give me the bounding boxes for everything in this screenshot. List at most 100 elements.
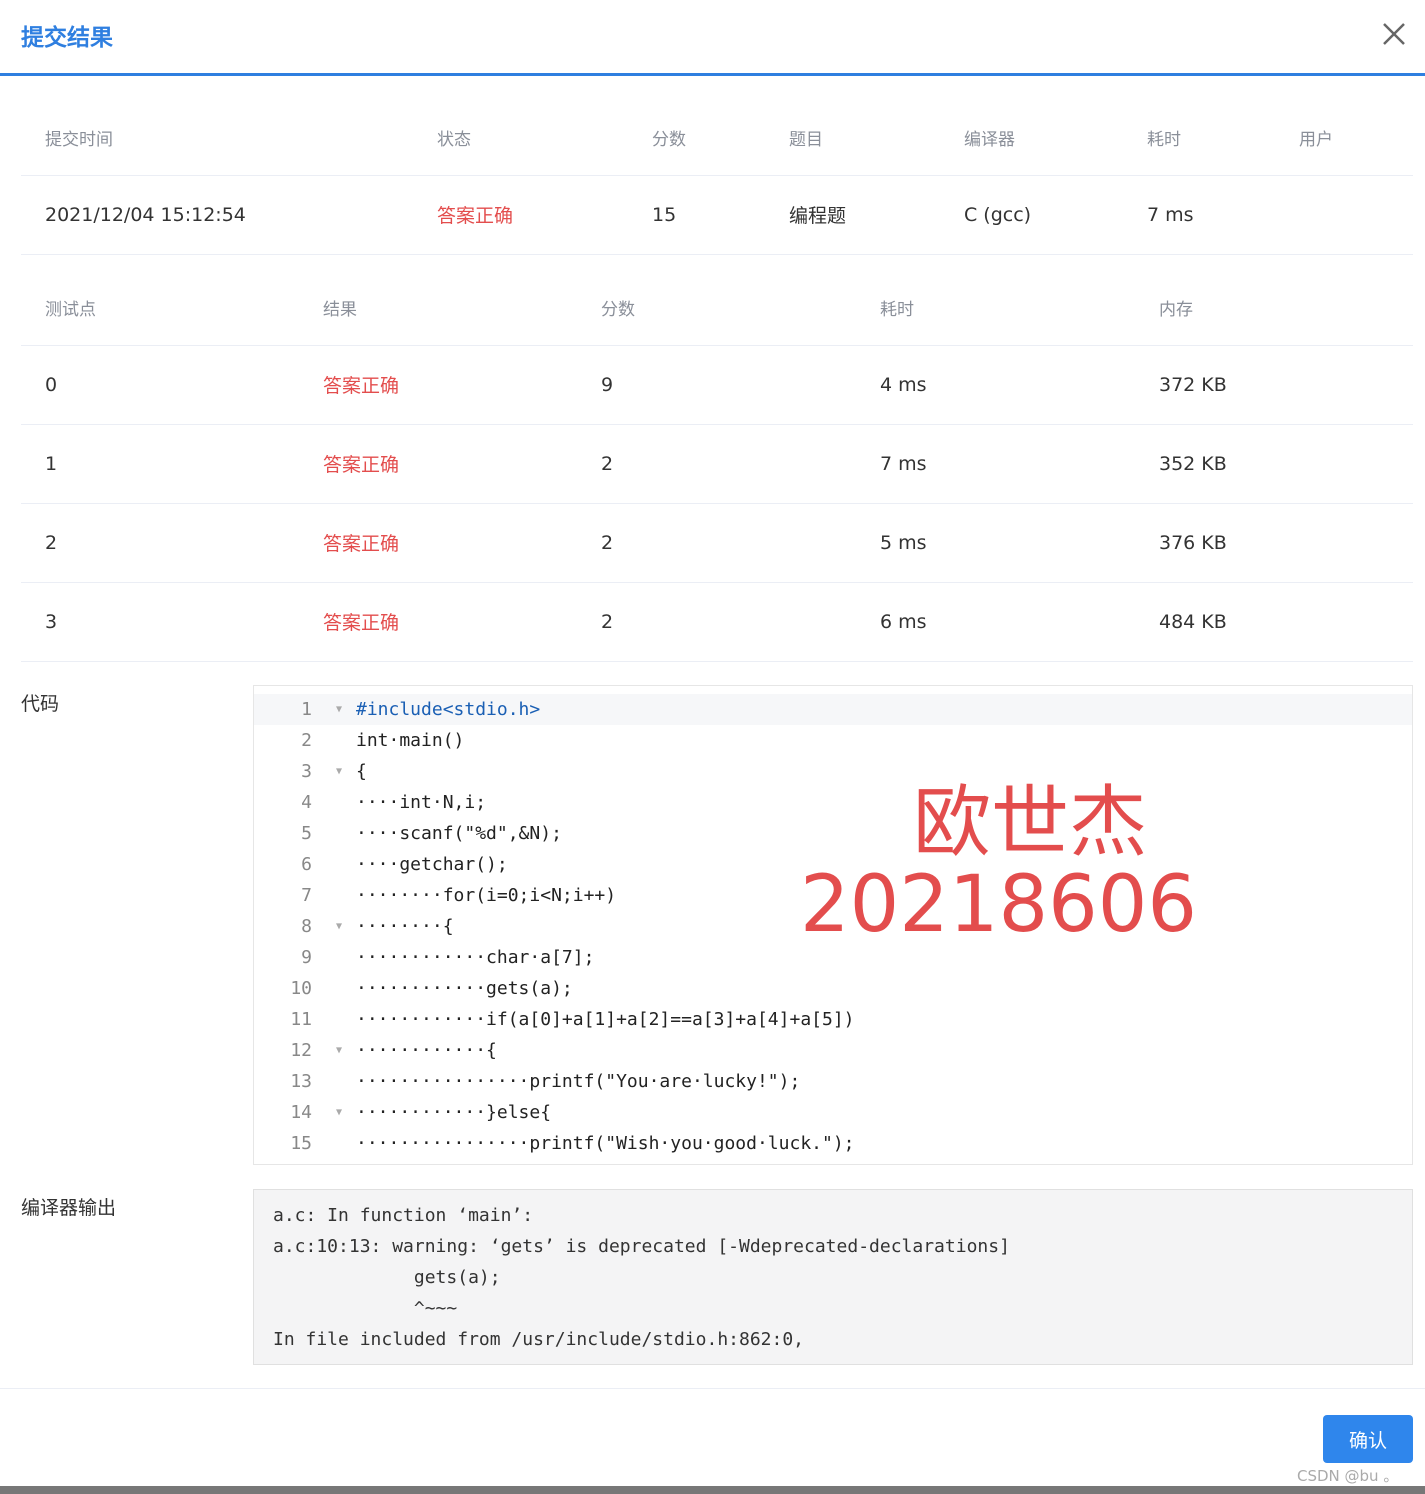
testcase-score: 2 xyxy=(577,503,856,583)
col-time: 耗时 xyxy=(856,270,1135,346)
col-compiler: 编译器 xyxy=(940,100,1123,176)
code-text: ········for(i=0;i<N;i++) xyxy=(356,885,617,906)
code-text: { xyxy=(356,761,367,782)
code-line: 15 ················printf("Wish·you·good·… xyxy=(254,1128,1412,1159)
dialog-header: 提交结果 xyxy=(0,0,1425,76)
output-line: a.c: In function ‘main’: xyxy=(273,1205,534,1226)
code-line: 11 ············if(a[0]+a[1]+a[2]==a[3]+a[… xyxy=(254,1004,1412,1035)
code-line: 9 ············char·a[7]; xyxy=(254,942,1412,973)
csdn-watermark: CSDN @bu 。 xyxy=(1297,1467,1399,1485)
testcase-memory: 352 KB xyxy=(1135,424,1413,504)
output-line: ^~~~ xyxy=(273,1298,458,1319)
code-line: 1 ▼ #include<stdio.h> xyxy=(254,694,1412,725)
code-line: 4 ····int·N,i; xyxy=(254,787,1412,818)
line-number: 11 xyxy=(290,1009,312,1030)
code-line: 13 ················printf("You·are·lucky!… xyxy=(254,1066,1412,1097)
testcase-score: 2 xyxy=(577,424,856,504)
line-number: 15 xyxy=(290,1133,312,1154)
output-line: gets(a); xyxy=(273,1267,501,1288)
testcase-result: 答案正确 xyxy=(299,345,577,425)
code-line: 14 ▼ ············}else{ xyxy=(254,1097,1412,1128)
table-row: 2 答案正确 2 5 ms 376 KB xyxy=(21,503,1413,583)
summary-header-row: 提交时间 状态 分数 题目 编译器 耗时 用户 xyxy=(21,100,1413,176)
code-text: #include<stdio.h> xyxy=(356,699,541,720)
table-row: 3 答案正确 2 6 ms 484 KB xyxy=(21,582,1413,662)
problem-link[interactable]: 编程题 xyxy=(765,175,940,255)
testcase-time: 7 ms xyxy=(856,424,1135,504)
code-text: ····scanf("%d",&N); xyxy=(356,823,562,844)
code-line: 10 ············gets(a); xyxy=(254,973,1412,1004)
testcase-memory: 372 KB xyxy=(1135,345,1413,425)
testcase-score: 2 xyxy=(577,582,856,662)
testcase-header-row: 测试点 结果 分数 耗时 内存 xyxy=(21,270,1413,346)
testcase-memory: 484 KB xyxy=(1135,582,1413,662)
code-line: 2 int·main() xyxy=(254,725,1412,756)
code-text: ············if(a[0]+a[1]+a[2]==a[3]+a[4]… xyxy=(356,1009,855,1030)
fold-arrow-icon[interactable]: ▼ xyxy=(336,1035,342,1066)
col-submit-time: 提交时间 xyxy=(21,100,413,176)
col-score: 分数 xyxy=(577,270,856,346)
dialog-footer xyxy=(0,1388,1425,1486)
code-text: ············char·a[7]; xyxy=(356,947,595,968)
testcase-id: 2 xyxy=(21,503,299,583)
col-score: 分数 xyxy=(628,100,765,176)
output-line: In file included from /usr/include/stdio… xyxy=(273,1329,805,1350)
code-label: 代码 xyxy=(21,693,60,715)
testcase-time: 6 ms xyxy=(856,582,1135,662)
line-number: 2 xyxy=(301,730,312,751)
testcase-id: 0 xyxy=(21,345,299,425)
testcase-time: 5 ms xyxy=(856,503,1135,583)
submission-result-dialog: 提交结果 提交时间 状态 分数 题目 编译器 耗时 用户 2021/12/04 … xyxy=(0,0,1425,1486)
line-number: 5 xyxy=(301,823,312,844)
line-number: 3 xyxy=(301,761,312,782)
testcase-score: 9 xyxy=(577,345,856,425)
code-text: ····getchar(); xyxy=(356,854,508,875)
code-text: ················printf("You·are·lucky!")… xyxy=(356,1071,801,1092)
status-badge: 答案正确 xyxy=(413,175,628,255)
code-line: 5 ····scanf("%d",&N); xyxy=(254,818,1412,849)
confirm-button[interactable]: 确认 xyxy=(1323,1415,1413,1463)
summary-table: 提交时间 状态 分数 题目 编译器 耗时 用户 2021/12/04 15:12… xyxy=(21,100,1413,255)
close-icon[interactable] xyxy=(1376,16,1412,52)
col-result: 结果 xyxy=(299,270,577,346)
code-text: ················printf("Wish·you·good·lu… xyxy=(356,1133,855,1154)
elapsed-time: 7 ms xyxy=(1123,175,1275,255)
line-number: 7 xyxy=(301,885,312,906)
fold-arrow-icon[interactable]: ▼ xyxy=(336,694,342,725)
code-text: ············gets(a); xyxy=(356,978,573,999)
line-number: 12 xyxy=(290,1040,312,1061)
table-row: 1 答案正确 2 7 ms 352 KB xyxy=(21,424,1413,504)
compiler: C (gcc) xyxy=(940,175,1123,255)
col-memory: 内存 xyxy=(1135,270,1413,346)
submit-time: 2021/12/04 15:12:54 xyxy=(21,175,413,255)
output-line: a.c:10:13: warning: ‘gets’ is deprecated… xyxy=(273,1236,1010,1257)
summary-row: 2021/12/04 15:12:54 答案正确 15 编程题 C (gcc) … xyxy=(21,175,1413,255)
code-line: 7 ········for(i=0;i<N;i++) xyxy=(254,880,1412,911)
col-testcase: 测试点 xyxy=(21,270,299,346)
line-number: 8 xyxy=(301,916,312,937)
col-status: 状态 xyxy=(413,100,628,176)
code-text: ············{ xyxy=(356,1040,497,1061)
col-time: 耗时 xyxy=(1123,100,1275,176)
code-text: ········{ xyxy=(356,916,454,937)
fold-arrow-icon[interactable]: ▼ xyxy=(336,911,342,942)
user xyxy=(1275,175,1413,255)
line-number: 10 xyxy=(290,978,312,999)
line-number: 13 xyxy=(290,1071,312,1092)
compiler-output[interactable]: a.c: In function ‘main’: a.c:10:13: warn… xyxy=(253,1189,1413,1365)
code-text: ············}else{ xyxy=(356,1102,552,1123)
testcase-table: 测试点 结果 分数 耗时 内存 0 答案正确 9 4 ms 372 KB 1 答… xyxy=(21,270,1413,662)
fold-arrow-icon[interactable]: ▼ xyxy=(336,1097,342,1128)
testcase-result: 答案正确 xyxy=(299,503,577,583)
line-number: 14 xyxy=(290,1102,312,1123)
line-number: 9 xyxy=(301,947,312,968)
testcase-result: 答案正确 xyxy=(299,424,577,504)
testcase-time: 4 ms xyxy=(856,345,1135,425)
code-line: 12 ▼ ············{ xyxy=(254,1035,1412,1066)
line-number: 4 xyxy=(301,792,312,813)
code-line: 8 ▼ ········{ xyxy=(254,911,1412,942)
code-editor[interactable]: 1 ▼ #include<stdio.h> 2 int·main() 3 ▼ {4 ····in… xyxy=(253,685,1413,1165)
code-line: 3 ▼ { xyxy=(254,756,1412,787)
testcase-id: 1 xyxy=(21,424,299,504)
fold-arrow-icon[interactable]: ▼ xyxy=(336,756,342,787)
